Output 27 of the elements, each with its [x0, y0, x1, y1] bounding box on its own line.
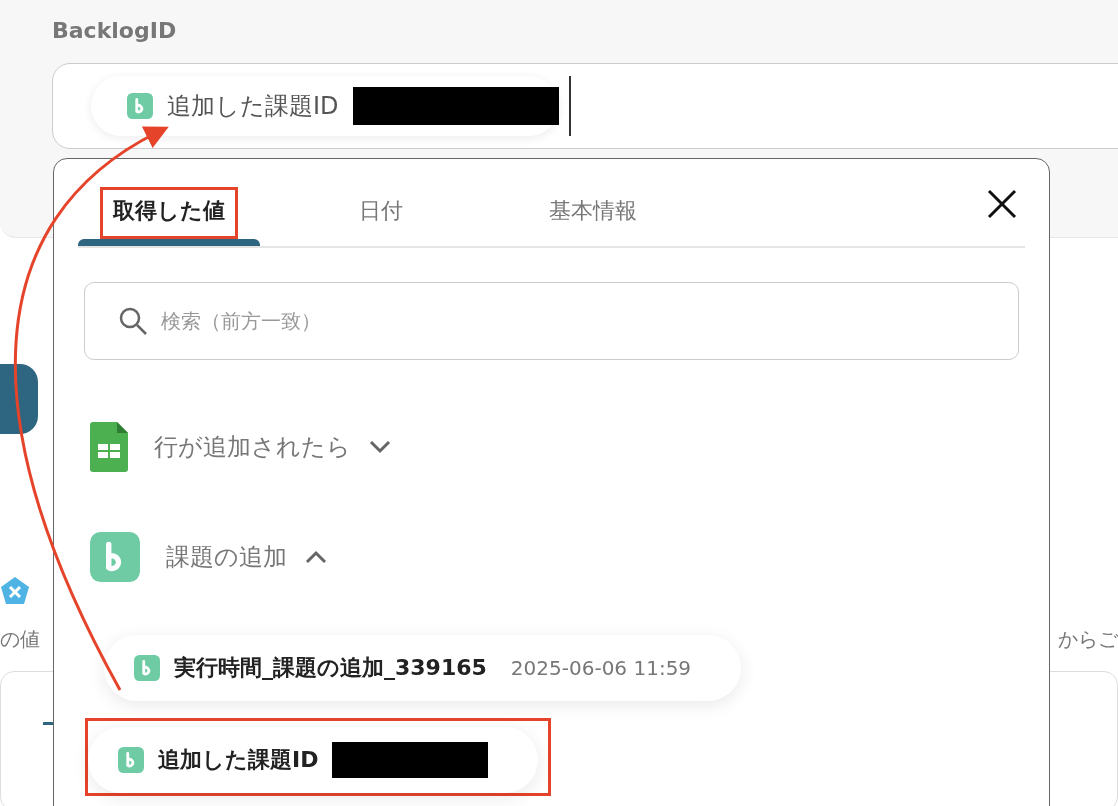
backlog-logo-icon — [134, 655, 160, 681]
value-item[interactable]: 実行時間_課題の追加_339165 2025-06-06 11:59 — [104, 635, 742, 701]
spreadsheet-icon — [90, 422, 128, 472]
search-icon — [118, 306, 148, 336]
chevron-down-icon — [369, 440, 391, 454]
field-label: BacklogID — [52, 18, 178, 43]
description-text: からご — [1058, 626, 1118, 653]
value-chip[interactable]: 追加した課題ID — [91, 76, 559, 136]
search-field[interactable]: 検索（前方一致） — [84, 282, 1019, 360]
value-item[interactable]: 追加した課題ID — [88, 727, 539, 793]
text-cursor — [568, 76, 571, 136]
close-button[interactable] — [985, 187, 1019, 221]
group-header[interactable]: 課題の追加 — [166, 541, 327, 573]
backlog-logo-icon — [90, 532, 140, 582]
item-name: 実行時間_課題の追加_339165 — [174, 654, 487, 682]
description-text: の値 — [0, 626, 40, 653]
item-value: 2025-06-06 11:59 — [510, 656, 692, 680]
input-field[interactable]: 追加した課題ID — [52, 63, 1118, 149]
chip-label: 追加した課題ID — [167, 91, 339, 122]
backlog-logo-icon — [118, 747, 144, 773]
tab[interactable]: 日付 — [346, 187, 416, 239]
tab[interactable]: 取得した値 — [100, 187, 238, 239]
backlog-logo-icon — [127, 93, 153, 119]
group-header[interactable]: 行が追加されたら — [154, 431, 391, 463]
tab[interactable]: 基本情報 — [536, 187, 650, 239]
item-name: 追加した課題ID — [158, 746, 319, 774]
chevron-up-icon — [305, 550, 327, 564]
